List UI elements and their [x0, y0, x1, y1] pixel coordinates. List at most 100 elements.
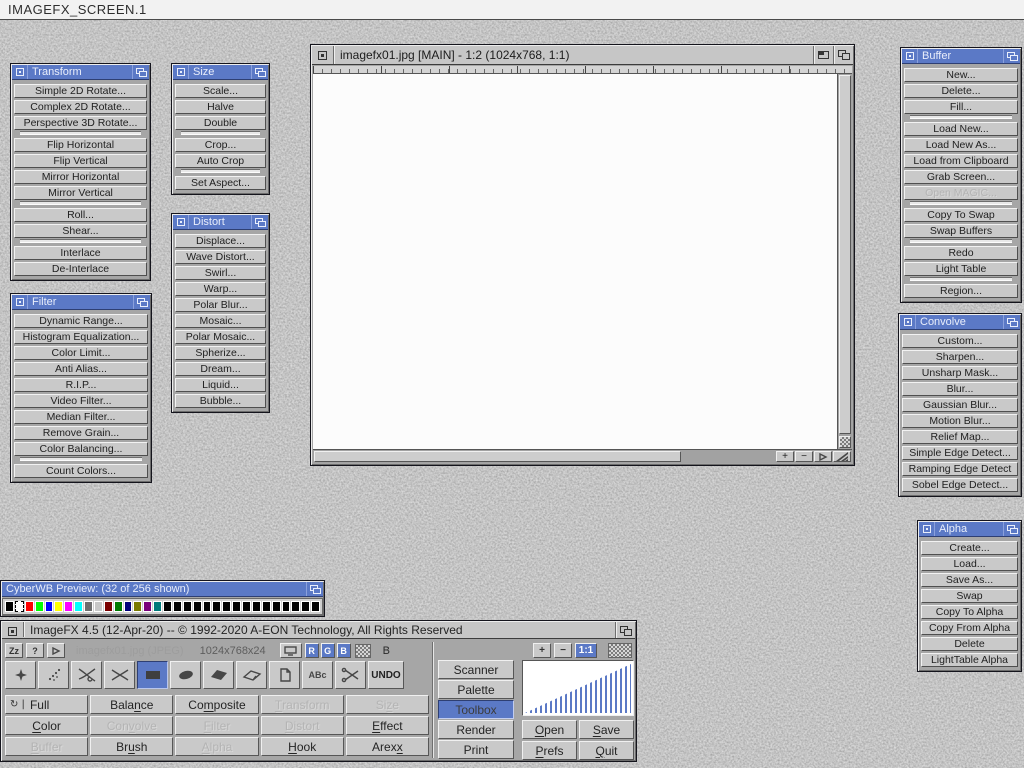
box-tool-icon[interactable]	[137, 661, 168, 689]
panel-button[interactable]: Wave Distort...	[175, 250, 266, 264]
depth-icon[interactable]	[1003, 522, 1020, 536]
sleep-button[interactable]: Zz	[5, 643, 23, 658]
palette-swatch[interactable]	[5, 601, 14, 612]
palette-swatch[interactable]	[242, 601, 251, 612]
close-icon[interactable]	[919, 522, 935, 536]
palette-swatch[interactable]	[153, 601, 162, 612]
panel-button[interactable]: Create...	[921, 541, 1018, 555]
palette-swatch[interactable]	[74, 601, 83, 612]
panel-button[interactable]: Custom...	[902, 334, 1018, 348]
airbrush-tool-icon[interactable]	[38, 661, 69, 689]
panel-button[interactable]: Ramping Edge Detect	[902, 462, 1018, 476]
arrow-right-icon[interactable]	[47, 643, 65, 658]
palette-swatch[interactable]	[15, 601, 24, 612]
panel-button[interactable]: Warp...	[175, 282, 266, 296]
panel-button[interactable]: Fill...	[904, 100, 1018, 114]
panel-button[interactable]: Crop...	[175, 138, 266, 152]
undo-button[interactable]: UNDO	[368, 661, 404, 689]
close-icon[interactable]	[12, 65, 28, 79]
blue-channel-toggle[interactable]: B	[337, 643, 351, 658]
panel-button[interactable]: De-Interlace	[14, 262, 147, 276]
panel-button[interactable]: Swap Buffers	[904, 224, 1018, 238]
clipboard-tool-icon[interactable]	[269, 661, 300, 689]
convolve-titlebar[interactable]: Convolve	[900, 315, 1020, 330]
action-button[interactable]: Quit	[579, 741, 634, 760]
palette-swatch[interactable]	[193, 601, 202, 612]
close-icon[interactable]	[900, 315, 916, 329]
panel-button[interactable]: Auto Crop	[175, 154, 266, 168]
page-button[interactable]: Palette	[438, 680, 514, 699]
close-icon[interactable]	[2, 622, 24, 637]
panel-button[interactable]: Unsharp Mask...	[902, 366, 1018, 380]
panel-button[interactable]: Light Table	[904, 262, 1018, 276]
depth-icon[interactable]	[132, 65, 149, 79]
palette-swatch[interactable]	[301, 601, 310, 612]
green-channel-toggle[interactable]: G	[321, 643, 335, 658]
pointer-tool-icon[interactable]	[5, 661, 36, 689]
panel-button[interactable]: Liquid...	[175, 378, 266, 392]
palette-swatch[interactable]	[232, 601, 241, 612]
palette-swatch[interactable]	[54, 601, 63, 612]
panel-button[interactable]: Shear...	[14, 224, 147, 238]
command-button[interactable]: Effect	[346, 716, 429, 735]
freehand-cut-tool-icon[interactable]	[71, 661, 102, 689]
panel-button[interactable]: Mirror Horizontal	[14, 170, 147, 184]
depth-icon[interactable]	[133, 295, 150, 309]
panel-button[interactable]: Redo	[904, 246, 1018, 260]
panel-button[interactable]: Median Filter...	[14, 410, 148, 424]
horizontal-scrollbar[interactable]: + −	[313, 449, 852, 463]
command-button[interactable]: Balance	[90, 695, 173, 714]
depth-icon[interactable]	[306, 582, 323, 596]
horizontal-scroll-thumb[interactable]	[314, 451, 681, 462]
palette-swatch[interactable]	[291, 601, 300, 612]
oval-tool-icon[interactable]	[170, 661, 201, 689]
panel-button[interactable]: Video Filter...	[14, 394, 148, 408]
palette-swatch[interactable]	[252, 601, 261, 612]
panel-button[interactable]: Motion Blur...	[902, 414, 1018, 428]
palette-swatch[interactable]	[173, 601, 182, 612]
panel-button[interactable]: Flip Vertical	[14, 154, 147, 168]
command-button[interactable]: Full	[5, 695, 88, 714]
red-channel-toggle[interactable]: R	[305, 643, 319, 658]
size-titlebar[interactable]: Size	[173, 65, 268, 80]
depth-icon[interactable]	[1003, 49, 1020, 63]
panel-button[interactable]: Flip Horizontal	[14, 138, 147, 152]
palette-swatch[interactable]	[133, 601, 142, 612]
command-button[interactable]: Arexx	[346, 737, 429, 756]
transform-titlebar[interactable]: Transform	[12, 65, 149, 80]
command-button[interactable]: Composite	[175, 695, 258, 714]
palette-swatch[interactable]	[163, 601, 172, 612]
palette-swatch[interactable]	[143, 601, 152, 612]
panel-button[interactable]: Double	[175, 116, 266, 130]
polygon-tool-icon[interactable]	[203, 661, 234, 689]
palette-swatch[interactable]	[45, 601, 54, 612]
depth-icon[interactable]	[251, 215, 268, 229]
depth-icon[interactable]	[251, 65, 268, 79]
panel-button[interactable]: Interlace	[14, 246, 147, 260]
panel-button[interactable]: Copy From Alpha	[921, 621, 1018, 635]
text-tool-icon[interactable]: ABc	[302, 661, 333, 689]
panel-button[interactable]: Save As...	[921, 573, 1018, 587]
palette-swatch[interactable]	[212, 601, 221, 612]
scroll-options-icon[interactable]	[839, 436, 851, 448]
zoom-out-button[interactable]: −	[554, 643, 572, 658]
zoom-gadget-icon[interactable]	[813, 46, 833, 64]
palette-swatch[interactable]	[94, 601, 103, 612]
panel-button[interactable]: Spherize...	[175, 346, 266, 360]
panel-button[interactable]: Sharpen...	[902, 350, 1018, 364]
close-icon[interactable]	[312, 46, 334, 64]
panel-button[interactable]: Delete	[921, 637, 1018, 651]
monitor-icon[interactable]	[280, 643, 302, 658]
panel-button[interactable]: Sobel Edge Detect...	[902, 478, 1018, 492]
close-icon[interactable]	[173, 65, 189, 79]
vertical-scroll-thumb[interactable]	[839, 75, 851, 434]
panel-button[interactable]: Swirl...	[175, 266, 266, 280]
palette-swatch[interactable]	[64, 601, 73, 612]
scissors-tool-icon[interactable]	[335, 661, 366, 689]
palette-swatch[interactable]	[35, 601, 44, 612]
command-button[interactable]: Color	[5, 716, 88, 735]
action-button[interactable]: Open	[522, 720, 577, 739]
panel-button[interactable]: Scale...	[175, 84, 266, 98]
page-button[interactable]: Render	[438, 720, 514, 739]
palette-swatch[interactable]	[282, 601, 291, 612]
